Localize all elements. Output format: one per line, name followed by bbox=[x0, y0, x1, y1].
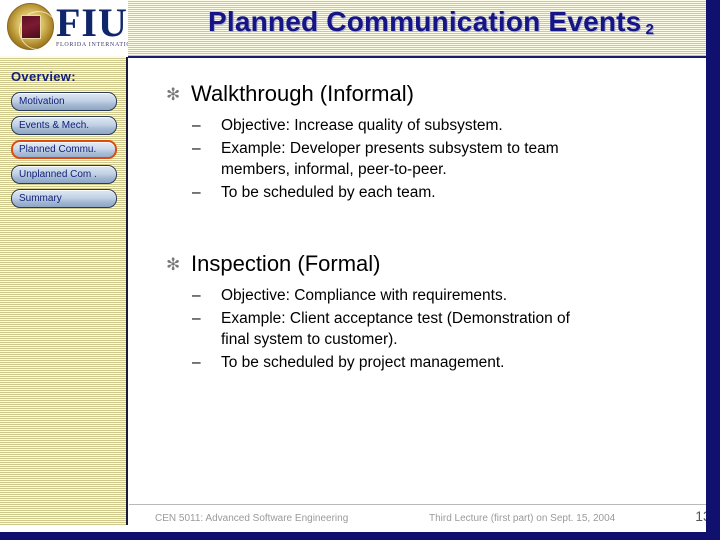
dash-bullet-icon: – bbox=[192, 354, 201, 371]
dash-bullet-icon: – bbox=[192, 140, 201, 157]
bullet-heading-label: Walkthrough (Informal) bbox=[191, 81, 414, 106]
seal-ring-icon bbox=[19, 11, 58, 50]
sidebar-item-planned-commu[interactable]: Planned Commu. bbox=[11, 140, 117, 159]
sidebar-item-label: Motivation bbox=[19, 96, 65, 107]
sidebar-item-events-and-mech[interactable]: Events & Mech. bbox=[11, 116, 117, 135]
page-title-subscript: 2 bbox=[645, 21, 654, 38]
sub-bullet-text: Objective: Compliance with requirements. bbox=[221, 287, 508, 304]
sidebar-divider bbox=[126, 57, 128, 525]
bullet-heading-label: Inspection (Formal) bbox=[191, 251, 381, 276]
logo-tagline: FLORIDA INTERNATIONAL UNIVERSITY bbox=[56, 42, 128, 48]
fiu-logo: FIU FLORIDA INTERNATIONAL UNIVERSITY bbox=[0, 0, 128, 56]
fiu-seal-icon bbox=[7, 3, 58, 50]
sub-bullet-item: – Example: Developer presents subsystem … bbox=[129, 138, 706, 180]
sidebar-item-motivation[interactable]: Motivation bbox=[11, 92, 117, 111]
sub-bullet-item: – Objective: Compliance with requirement… bbox=[129, 285, 706, 306]
sub-bullet-item: – Example: Client acceptance test (Demon… bbox=[129, 308, 706, 350]
sidebar-item-label: Unplanned Com . bbox=[19, 169, 97, 180]
asterisk-bullet-icon: ✻ bbox=[166, 255, 181, 274]
sub-bullet-text: To be scheduled by each team. bbox=[221, 184, 436, 201]
sub-bullet-text: Example: Client acceptance test (Demonst… bbox=[221, 310, 570, 327]
sub-bullet-text-wrap: members, informal, peer-to-peer. bbox=[221, 161, 447, 178]
sidebar-heading: Overview: bbox=[11, 69, 76, 84]
footer: CEN 5011: Advanced Software Engineering … bbox=[129, 504, 711, 532]
bullet-heading: ✻ Inspection (Formal) bbox=[129, 250, 706, 278]
footer-rule bbox=[129, 504, 706, 505]
slide-content: ✻ Walkthrough (Informal) – Objective: In… bbox=[129, 59, 706, 504]
sub-bullet-item: – To be scheduled by project management. bbox=[129, 352, 706, 373]
dash-bullet-icon: – bbox=[192, 117, 201, 134]
sub-bullet-item: – Objective: Increase quality of subsyst… bbox=[129, 115, 706, 136]
sidebar-item-summary[interactable]: Summary bbox=[11, 189, 117, 208]
sidebar-item-label: Summary bbox=[19, 193, 62, 204]
footer-lecture-label: Third Lecture (first part) on Sept. 15, … bbox=[429, 513, 616, 524]
title-bar: Planned Communication Events 2 bbox=[128, 0, 706, 56]
sub-bullet-text: Objective: Increase quality of subsystem… bbox=[221, 117, 503, 134]
bottom-border-band bbox=[0, 532, 720, 540]
slide: Planned Communication Events 2 FIU FLORID… bbox=[0, 0, 720, 540]
sidebar-bottom-fill bbox=[0, 525, 127, 532]
sub-bullet-text: Example: Developer presents subsystem to… bbox=[221, 140, 559, 157]
logo-wordmark: FIU bbox=[56, 0, 128, 45]
content-block: ✻ Inspection (Formal) – Objective: Compl… bbox=[129, 250, 706, 375]
sub-bullet-item: – To be scheduled by each team. bbox=[129, 182, 706, 203]
asterisk-bullet-icon: ✻ bbox=[166, 85, 181, 104]
sidebar: Overview: Motivation Events & Mech. Plan… bbox=[0, 57, 127, 525]
content-block: ✻ Walkthrough (Informal) – Objective: In… bbox=[129, 80, 706, 205]
sidebar-item-label: Events & Mech. bbox=[19, 120, 90, 131]
sub-bullet-text: To be scheduled by project management. bbox=[221, 354, 505, 371]
dash-bullet-icon: – bbox=[192, 310, 201, 327]
bullet-heading: ✻ Walkthrough (Informal) bbox=[129, 80, 706, 108]
sub-bullet-list: – Objective: Compliance with requirement… bbox=[129, 285, 706, 373]
sidebar-item-unplanned-com[interactable]: Unplanned Com . bbox=[11, 165, 117, 184]
right-border-band bbox=[706, 0, 720, 532]
dash-bullet-icon: – bbox=[192, 184, 201, 201]
sidebar-item-label: Planned Commu. bbox=[19, 144, 97, 155]
sub-bullet-text-wrap: final system to customer). bbox=[221, 331, 398, 348]
footer-course-label: CEN 5011: Advanced Software Engineering bbox=[155, 513, 349, 524]
title-underline bbox=[128, 56, 706, 58]
page-title: Planned Communication Events 2 bbox=[166, 6, 696, 38]
dash-bullet-icon: – bbox=[192, 287, 201, 304]
page-title-text: Planned Communication Events bbox=[208, 6, 642, 37]
sub-bullet-list: – Objective: Increase quality of subsyst… bbox=[129, 115, 706, 203]
